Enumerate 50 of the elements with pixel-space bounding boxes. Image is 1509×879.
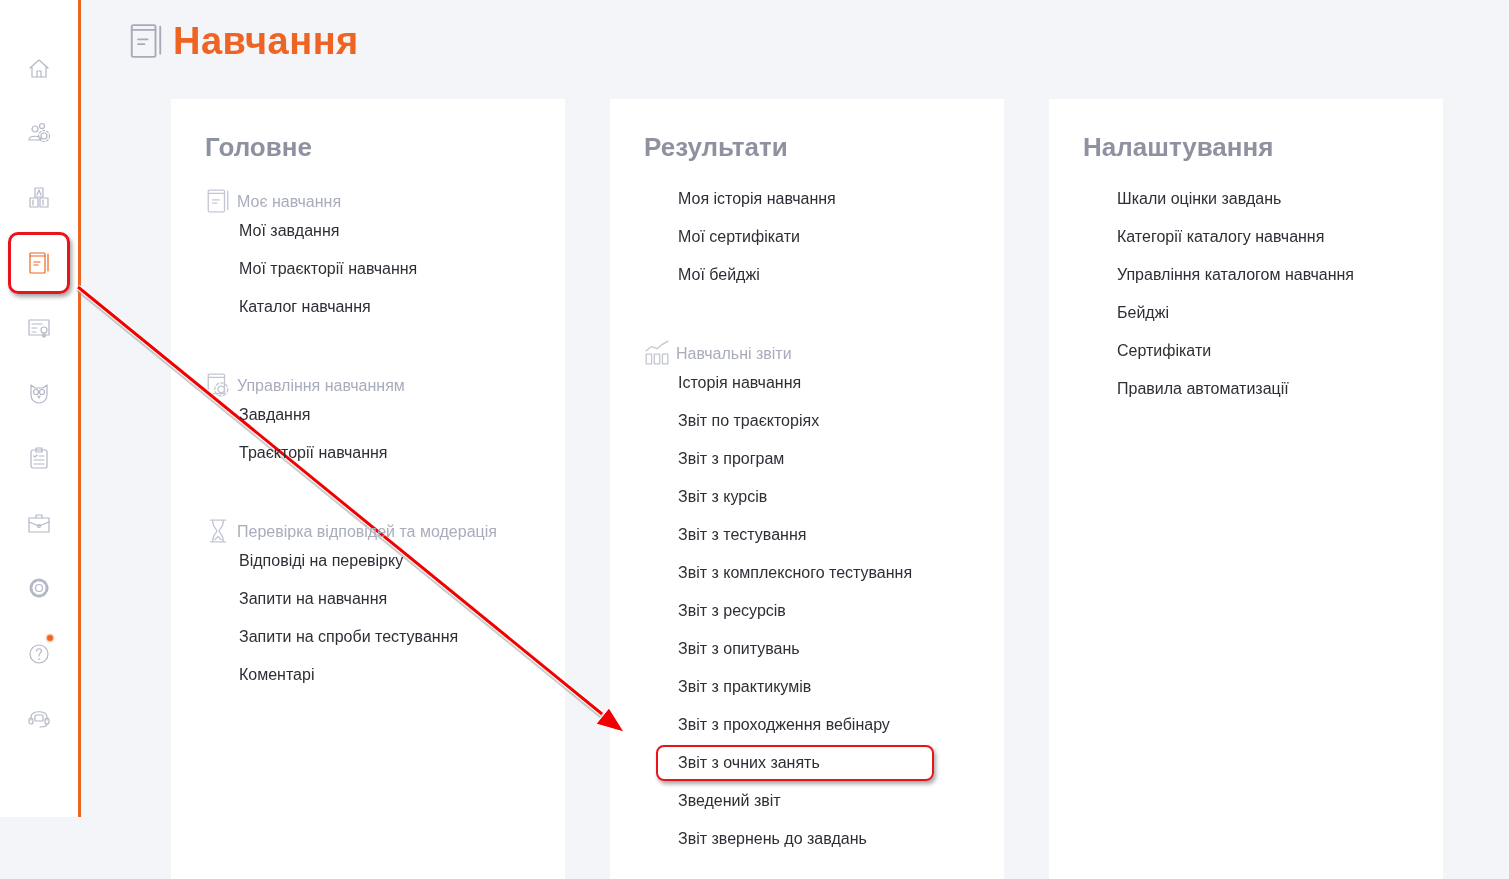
menu-link[interactable]: Правила автоматизації bbox=[1117, 380, 1289, 398]
notification-dot bbox=[47, 635, 53, 641]
clipboard-icon bbox=[27, 446, 51, 470]
menu-link[interactable]: Звіт з комплексного тестування bbox=[678, 564, 913, 582]
section-label: Моє навчання bbox=[237, 192, 342, 212]
menu-link[interactable]: Звіт з програм bbox=[678, 450, 785, 468]
briefcase-icon bbox=[27, 511, 51, 535]
menu-link[interactable]: Бейджі bbox=[1117, 304, 1169, 322]
menu-link[interactable]: Завдання bbox=[239, 406, 311, 424]
help-icon bbox=[27, 641, 51, 665]
settings-icon bbox=[27, 576, 51, 600]
menu-link[interactable]: Мої траєкторії навчання bbox=[239, 260, 418, 278]
menu-link[interactable]: Коментарі bbox=[239, 666, 315, 684]
menu-link[interactable]: Моя історія навчання bbox=[678, 190, 836, 208]
card-title: Налаштування bbox=[1083, 131, 1275, 164]
menu-link[interactable]: Каталог навчання bbox=[239, 298, 371, 316]
menu-link[interactable]: Категорії каталогу навчання bbox=[1117, 228, 1325, 246]
menu-link[interactable]: Звіт з очних занять bbox=[678, 754, 820, 772]
menu-link[interactable]: Звіт по траєкторіях bbox=[678, 412, 820, 430]
menu-link[interactable]: Звіт з опитувань bbox=[678, 640, 800, 658]
menu-link[interactable]: Відповіді на перевірку bbox=[239, 552, 404, 570]
menu-link[interactable]: Мої завдання bbox=[239, 222, 340, 240]
menu-link[interactable]: Мої бейджі bbox=[678, 266, 760, 284]
menu-link[interactable]: Звіт з ресурсів bbox=[678, 602, 786, 620]
menu-link[interactable]: Звіт з тестування bbox=[678, 526, 807, 544]
letter-blocks-icon bbox=[27, 186, 51, 210]
card-title: Результати bbox=[644, 131, 789, 164]
notebook-icon bbox=[205, 188, 231, 214]
certificate-icon bbox=[27, 316, 51, 340]
people-gear-icon bbox=[27, 121, 51, 145]
menu-link[interactable]: Звіт з проходження вебінару bbox=[678, 716, 890, 734]
menu-link[interactable]: Звіт звернень до завдань bbox=[678, 830, 867, 848]
menu-link[interactable]: Мої сертифікати bbox=[678, 228, 800, 246]
menu-link[interactable]: Звіт з курсів bbox=[678, 488, 768, 506]
card-title: Головне bbox=[205, 131, 313, 164]
notebook-icon bbox=[27, 251, 51, 275]
menu-link[interactable]: Звіт з практикумів bbox=[678, 678, 812, 696]
section-label: Навчальні звіти bbox=[676, 344, 792, 364]
notebook-gear-icon bbox=[205, 372, 231, 398]
menu-link[interactable]: Шкали оцінки завдань bbox=[1117, 190, 1282, 208]
page-title: Навчання bbox=[173, 19, 359, 63]
menu-link[interactable]: Історія навчання bbox=[678, 374, 802, 392]
bar-chart-icon bbox=[644, 340, 670, 366]
menu-link[interactable]: Сертифікати bbox=[1117, 342, 1212, 360]
highlight-frame[interactable] bbox=[8, 232, 70, 294]
menu-link[interactable]: Зведений звіт bbox=[678, 792, 781, 810]
menu-link[interactable]: Управління каталогом навчання bbox=[1117, 266, 1354, 284]
section-label: Управління навчанням bbox=[237, 376, 405, 396]
menu-link[interactable]: Запити на навчання bbox=[239, 590, 388, 608]
menu-link[interactable]: Запити на спроби тестування bbox=[239, 628, 459, 646]
